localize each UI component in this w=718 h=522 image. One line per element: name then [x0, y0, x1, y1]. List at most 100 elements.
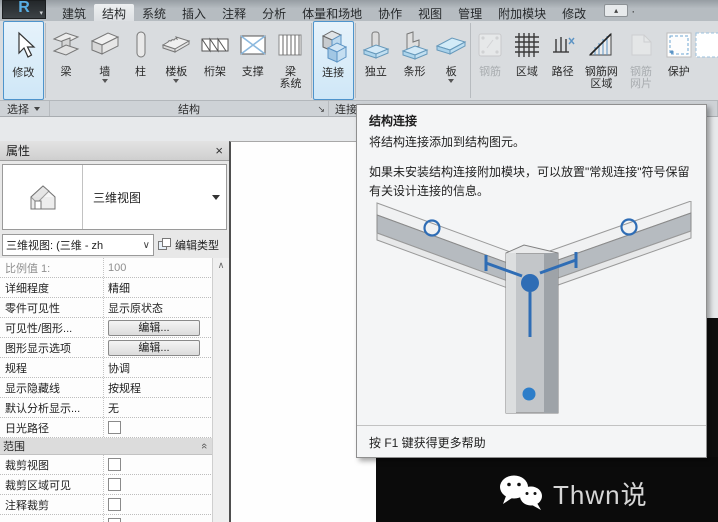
view-type-cell [3, 165, 83, 229]
ribbon-separator [44, 23, 46, 98]
tab-manage[interactable]: 管理 [450, 4, 490, 21]
chevron-down-icon[interactable] [212, 194, 220, 200]
modify-button[interactable]: 修改 [3, 21, 44, 100]
wechat-icon [500, 475, 542, 510]
property-row[interactable]: 零件可见性 显示原状态 [0, 298, 229, 318]
select-panel-label[interactable]: 选择 [0, 101, 50, 116]
scroll-up-icon[interactable]: ∧ [218, 260, 225, 270]
property-row[interactable]: 裁剪区域可见 [0, 475, 229, 495]
view-type-combo[interactable]: 三维视图: (三维 - zh ∨ [2, 234, 154, 256]
tab-insert[interactable]: 插入 [174, 4, 214, 21]
ribbon-separator [310, 23, 312, 98]
properties-panel: 属性 × 三维视图 三维视图: (三维 - zh ∨ 编辑类型 比例值 1: 1… [0, 141, 229, 522]
tab-architecture[interactable]: 建筑 [54, 4, 94, 21]
rebar-area-button[interactable]: 区域 [508, 21, 545, 100]
app-window: R ▾ 建筑 结构 系统 插入 注释 分析 体量和场地 协作 视图 管理 附加模… [0, 0, 718, 522]
column-button[interactable]: 柱 [124, 21, 157, 100]
tooltip-description: 将结构连接添加到结构图元。 [369, 135, 526, 149]
slab-button[interactable]: 板 [434, 21, 469, 100]
crop-view-checkbox[interactable] [108, 458, 121, 471]
annotation-crop-checkbox[interactable] [108, 498, 121, 511]
beam-icon [49, 24, 83, 66]
edit-button[interactable]: 编辑... [108, 319, 200, 336]
tab-collaborate[interactable]: 协作 [370, 4, 410, 21]
fabric-sheet-button: 钢筋 网片 [623, 21, 660, 100]
drawing-canvas[interactable] [229, 141, 376, 522]
dialog-launcher-icon[interactable]: ↘ [317, 104, 325, 115]
strip-foundation-button[interactable]: 条形 [395, 21, 434, 100]
edit-button[interactable]: 编辑... [108, 339, 200, 356]
property-row[interactable]: 日光路径 [0, 418, 229, 438]
rebar-icon [473, 24, 507, 66]
floor-icon [159, 24, 193, 66]
tab-structure[interactable]: 结构 [94, 4, 135, 21]
ribbon: 修改 梁 墙 柱 楼板 桁架 支撑 梁 系统 连接 独立 条形 板 钢筋 区域 … [0, 21, 718, 100]
structural-connection-icon [315, 25, 351, 67]
beam-system-button[interactable]: 梁 系统 [271, 21, 310, 100]
wall-button[interactable]: 墙 [85, 21, 124, 100]
tab-modify[interactable]: 修改 [554, 4, 594, 21]
properties-title: 属性 [6, 144, 31, 158]
tab-systems[interactable]: 系统 [134, 4, 174, 21]
strip-foundation-icon [398, 24, 432, 66]
floor-button[interactable]: 楼板 [157, 21, 196, 100]
structural-connection-tooltip: 结构连接 将结构连接添加到结构图元。 如果未安装结构连接附加模块，可以放置"常规… [356, 104, 707, 458]
brace-icon [236, 24, 270, 66]
ribbon-separator [469, 23, 471, 98]
sun-path-checkbox[interactable] [108, 421, 121, 434]
property-row[interactable]: 规程 协调 [0, 358, 229, 378]
property-row[interactable]: 注释裁剪 [0, 495, 229, 515]
tab-analyze[interactable]: 分析 [254, 4, 294, 21]
property-row-clipped [0, 515, 229, 522]
beam-system-icon [273, 24, 307, 66]
watermark-text: Thwn说 [553, 479, 648, 510]
path-icon [546, 24, 580, 66]
property-row[interactable]: 默认分析显示... 无 [0, 398, 229, 418]
video-background [706, 318, 718, 458]
tab-addins[interactable]: 附加模块 [490, 4, 554, 21]
ribbon-toggle-dot-icon[interactable]: · [631, 4, 635, 21]
fabric-area-button[interactable]: 钢筋网 区域 [580, 21, 623, 100]
properties-grid: 比例值 1: 100 详细程度 精细 零件可见性 显示原状态 可见性/图形...… [0, 258, 229, 522]
property-row[interactable]: 可见性/图形... 编辑... [0, 318, 229, 338]
tab-annotate[interactable]: 注释 [214, 4, 254, 21]
type-selector[interactable]: 三维视图 [2, 164, 227, 230]
app-logo[interactable]: R ▾ [2, 0, 46, 19]
tab-massing-site[interactable]: 体量和场地 [294, 4, 370, 21]
edit-type-button[interactable]: 编辑类型 [154, 237, 219, 253]
structure-panel-label[interactable]: 结构 ↘ [50, 101, 329, 116]
properties-scrollbar[interactable]: ∧ [212, 258, 229, 522]
truss-icon [198, 24, 232, 66]
cursor-icon [8, 25, 38, 67]
collapse-icon[interactable]: « [198, 443, 210, 449]
chevron-down-icon [448, 79, 455, 83]
crop-region-visible-checkbox[interactable] [108, 478, 121, 491]
tooltip-note: 如果未安装结构连接附加模块，可以放置"常规连接"符号保留有关设计连接的信息。 [369, 165, 690, 198]
tab-view[interactable]: 视图 [410, 4, 450, 21]
truss-button[interactable]: 桁架 [196, 21, 235, 100]
clipped-ribbon-button[interactable] [695, 21, 718, 100]
section-header-scope[interactable]: 范围 « [0, 438, 229, 455]
ribbon-tabs: 建筑 结构 系统 插入 注释 分析 体量和场地 协作 视图 管理 附加模块 修改… [54, 4, 635, 21]
brace-button[interactable]: 支撑 [234, 21, 271, 100]
watermark: Thwn说 [497, 472, 648, 514]
property-row[interactable]: 比例值 1: 100 [0, 258, 229, 278]
property-row[interactable]: 图形显示选项 编辑... [0, 338, 229, 358]
beam-button[interactable]: 梁 [47, 21, 86, 100]
fabric-area-icon [584, 24, 618, 66]
chevron-down-icon [101, 79, 108, 83]
properties-header: 属性 × [0, 141, 229, 161]
property-row[interactable]: 详细程度 精细 [0, 278, 229, 298]
area-grid-icon [510, 24, 544, 66]
edit-type-icon [158, 238, 172, 252]
rebar-path-button[interactable]: 路径 [545, 21, 580, 100]
ribbon-collapse-icon[interactable]: ▴ [604, 4, 629, 17]
column-icon [126, 24, 156, 66]
isolated-foundation-button[interactable]: 独立 [356, 21, 395, 100]
close-icon[interactable]: × [215, 144, 223, 157]
property-row[interactable]: 裁剪视图 [0, 455, 229, 475]
app-menu-caret-icon: ▾ [39, 10, 43, 17]
connect-button[interactable]: 连接 [312, 21, 354, 100]
property-row[interactable]: 显示隐藏线 按规程 [0, 378, 229, 398]
chevron-down-icon [34, 106, 40, 111]
